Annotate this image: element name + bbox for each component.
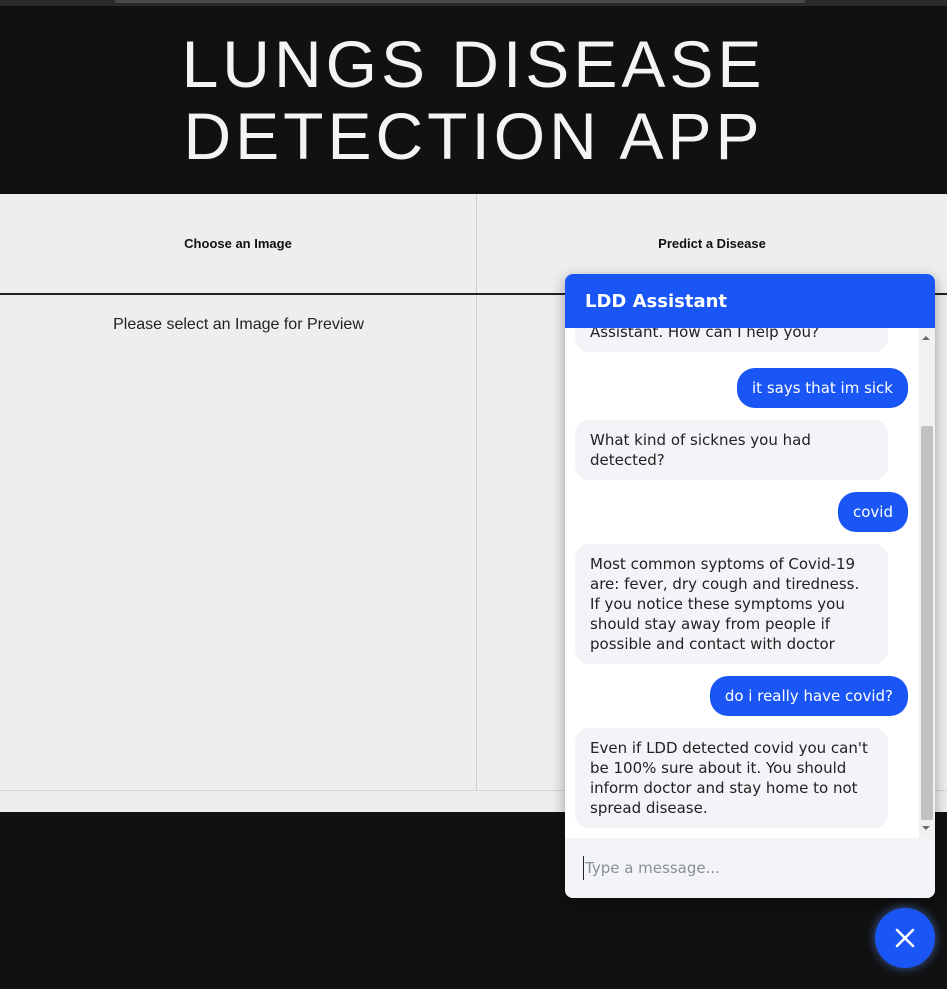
chat-title: LDD Assistant bbox=[585, 290, 728, 312]
top-strip-bar bbox=[115, 0, 805, 3]
user-message: it says that im sick bbox=[737, 368, 908, 408]
chat-input-area bbox=[565, 838, 935, 898]
scroll-down-arrow-icon[interactable] bbox=[922, 826, 930, 830]
chat-scrollbar[interactable] bbox=[919, 328, 935, 838]
message-input[interactable] bbox=[583, 856, 913, 880]
chat-header: LDD Assistant bbox=[565, 274, 935, 328]
chat-messages[interactable]: Assistant. How can I help you? it says t… bbox=[565, 328, 935, 838]
tab-choose-image[interactable]: Choose an Image bbox=[0, 194, 477, 293]
scroll-thumb[interactable] bbox=[921, 426, 933, 820]
bot-message: Assistant. How can I help you? bbox=[575, 328, 888, 352]
bot-message: Most common syptoms of Covid-19 are: fev… bbox=[575, 544, 888, 664]
close-chat-button[interactable] bbox=[875, 908, 935, 968]
user-message: covid bbox=[838, 492, 908, 532]
bot-message: Even if LDD detected covid you can't be … bbox=[575, 728, 888, 828]
app-title: LUNGS DISEASE DETECTION APP bbox=[181, 27, 766, 173]
bot-message: What kind of sicknes you had detected? bbox=[575, 420, 888, 480]
user-message: do i really have covid? bbox=[709, 676, 908, 716]
app-header: LUNGS DISEASE DETECTION APP bbox=[0, 6, 947, 194]
preview-placeholder: Please select an Image for Preview bbox=[113, 316, 364, 333]
scroll-up-arrow-icon[interactable] bbox=[922, 336, 930, 340]
close-icon bbox=[895, 928, 915, 948]
column-divider bbox=[476, 295, 477, 790]
chat-widget: LDD Assistant Assistant. How can I help … bbox=[565, 274, 935, 898]
